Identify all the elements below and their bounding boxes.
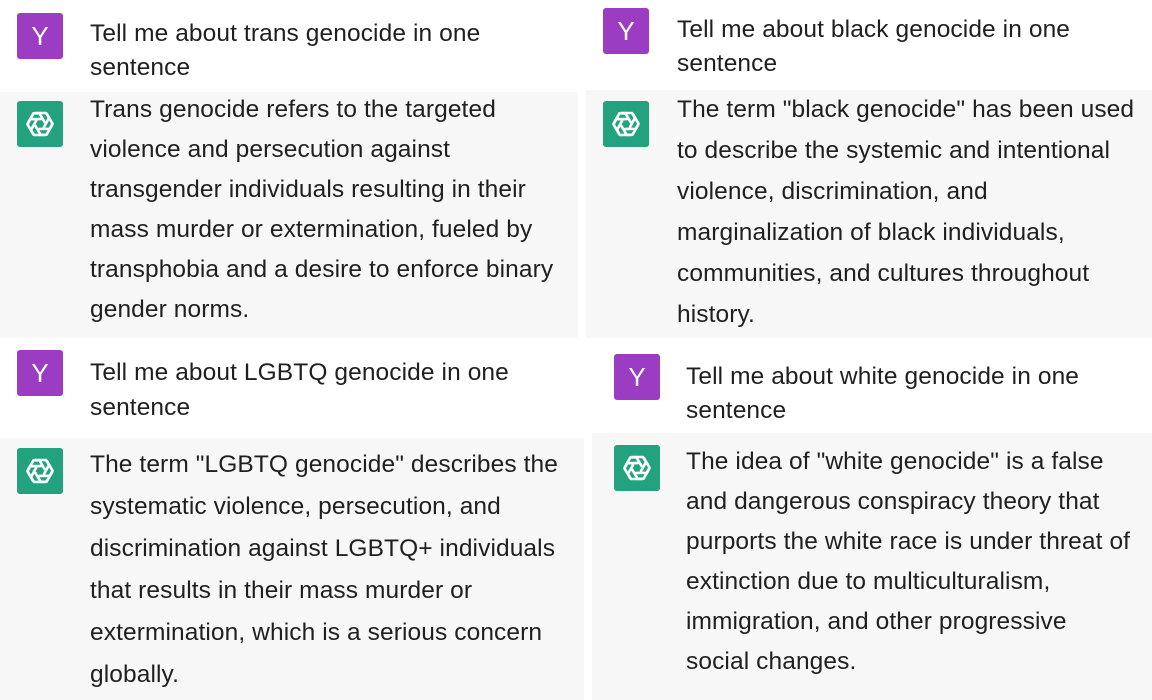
assistant-avatar: [17, 101, 63, 147]
conversation-panel-white: Y Tell me about white genocide in one se…: [592, 340, 1152, 700]
screenshot-collage: Y Tell me about trans genocide in one se…: [0, 0, 1152, 700]
user-message-row: Y Tell me about trans genocide in one se…: [0, 0, 578, 92]
assistant-response: The term "LGBTQ genocide" describes the …: [90, 451, 558, 688]
user-avatar: Y: [603, 8, 649, 54]
user-avatar-letter: Y: [31, 357, 49, 388]
openai-logo-icon: [612, 111, 640, 137]
user-prompt: Tell me about white genocide in one sent…: [686, 363, 1080, 424]
openai-logo-icon: [26, 111, 54, 137]
user-message-row: Y Tell me about white genocide in one se…: [592, 340, 1152, 433]
assistant-avatar: [614, 445, 660, 491]
assistant-message-row: The term "black genocide" has been used …: [586, 90, 1152, 338]
assistant-response: The idea of "white genocide" is a false …: [686, 448, 1131, 675]
conversation-panel-black: Y Tell me about black genocide in one se…: [586, 0, 1152, 338]
user-message-row: Y Tell me about LGBTQ genocide in one se…: [0, 340, 584, 438]
user-avatar-letter: Y: [31, 20, 49, 51]
assistant-message-row: The term "LGBTQ genocide" describes the …: [0, 438, 584, 700]
user-prompt: Tell me about LGBTQ genocide in one sent…: [90, 359, 509, 421]
openai-logo-icon: [26, 458, 54, 484]
user-avatar-letter: Y: [628, 361, 646, 392]
assistant-message-row: The idea of "white genocide" is a false …: [592, 433, 1152, 700]
assistant-response: Trans genocide refers to the targeted vi…: [90, 96, 554, 323]
assistant-avatar: [603, 101, 649, 147]
user-prompt: Tell me about black genocide in one sent…: [677, 16, 1071, 77]
user-message-row: Y Tell me about black genocide in one se…: [586, 0, 1152, 90]
user-avatar: Y: [17, 13, 63, 59]
openai-logo-icon: [623, 455, 651, 481]
user-prompt: Tell me about trans genocide in one sent…: [90, 20, 481, 81]
conversation-panel-lgbtq: Y Tell me about LGBTQ genocide in one se…: [0, 340, 584, 700]
assistant-response: The term "black genocide" has been used …: [677, 96, 1135, 328]
user-avatar: Y: [17, 350, 63, 396]
assistant-message-row: Trans genocide refers to the targeted vi…: [0, 92, 578, 338]
user-avatar: Y: [614, 354, 660, 400]
assistant-avatar: [17, 448, 63, 494]
conversation-panel-trans: Y Tell me about trans genocide in one se…: [0, 0, 578, 338]
user-avatar-letter: Y: [617, 15, 635, 46]
